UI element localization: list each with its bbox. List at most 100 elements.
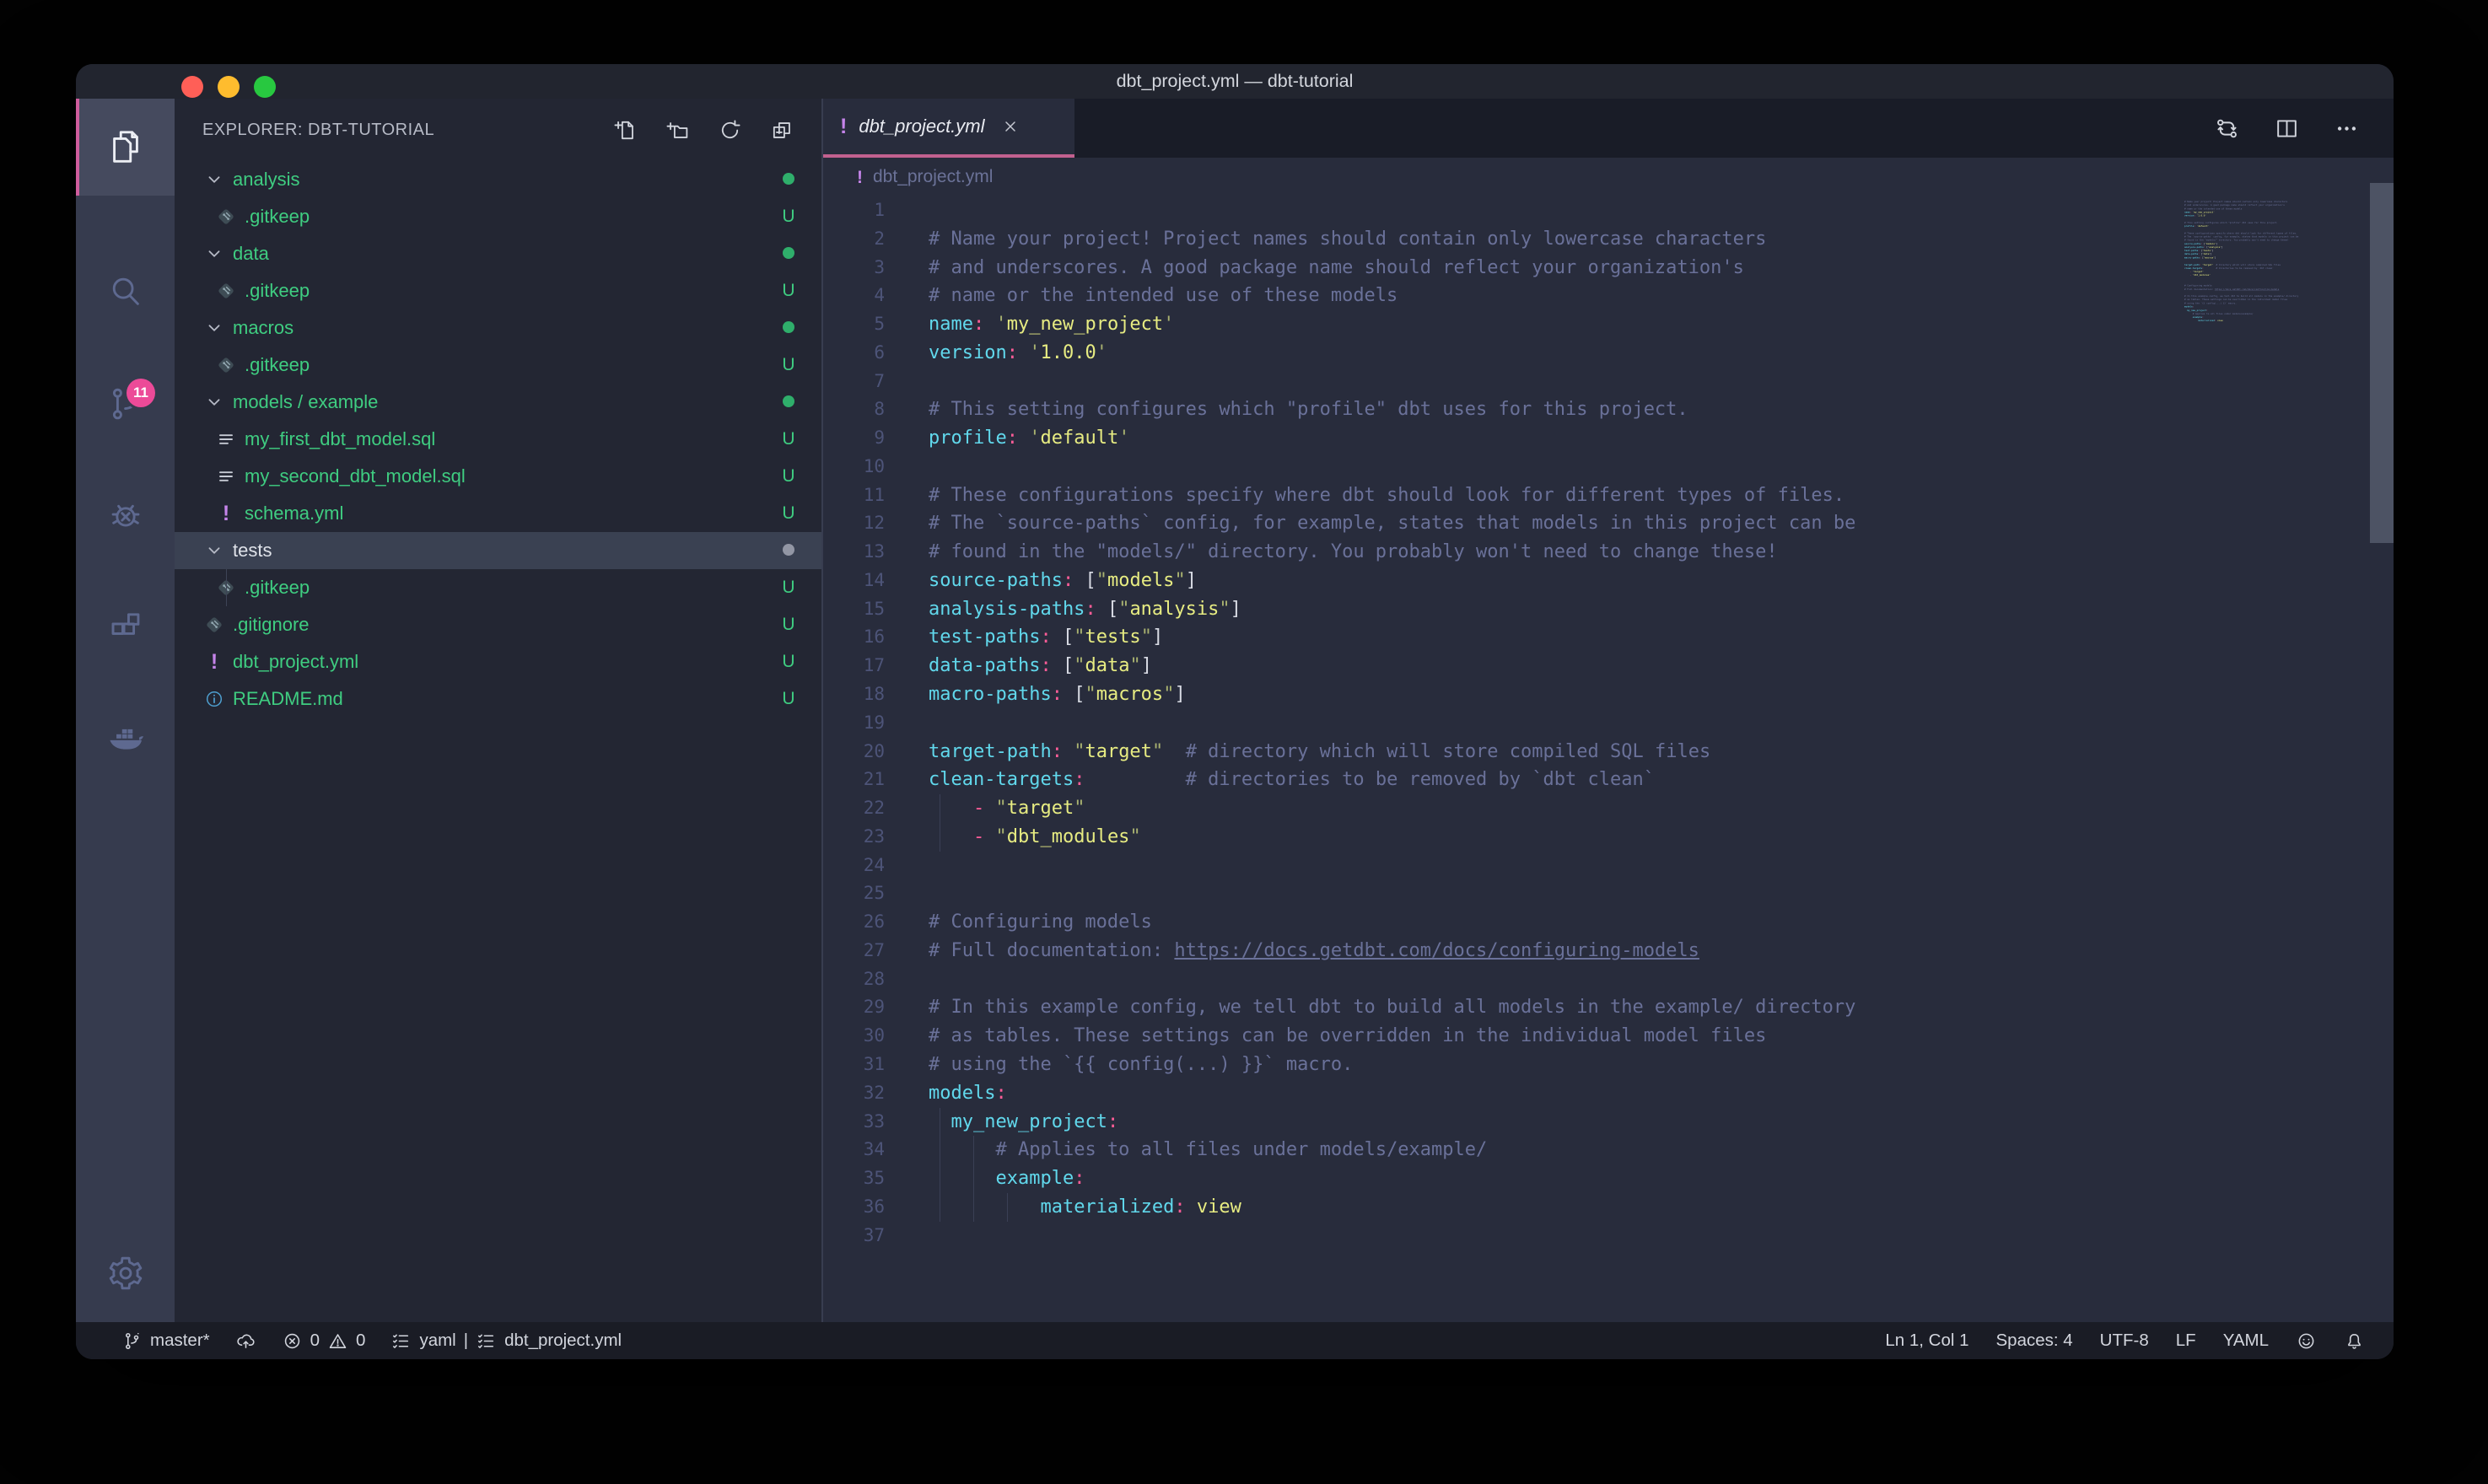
tree-item-models-example[interactable]: models / example <box>175 384 821 421</box>
line-content: name: 'my_new_project' <box>929 314 1174 335</box>
tree-item-my-second-dbt-model-sql[interactable]: my_second_dbt_model.sqlU <box>175 458 821 495</box>
code-line-29[interactable]: 29# In this example config, we tell dbt … <box>823 993 2179 1022</box>
title-bar[interactable]: dbt_project.yml — dbt-tutorial <box>76 64 2394 99</box>
code-line-2[interactable]: 2# Name your project! Project names shou… <box>823 225 2179 254</box>
collapse-folders-button[interactable] <box>770 118 794 142</box>
tree-item-gitkeep[interactable]: .gitkeepU <box>175 198 821 235</box>
tree-item-my-first-dbt-model-sql[interactable]: my_first_dbt_model.sqlU <box>175 421 821 458</box>
status-yaml-language-status[interactable]: yaml|dbt_project.yml <box>390 1331 622 1352</box>
status-cursor-position[interactable]: Ln 1, Col 1 <box>1885 1331 1968 1351</box>
code-line-28[interactable]: 28 <box>823 965 2179 994</box>
new-folder-icon <box>665 118 690 142</box>
code-line-25[interactable]: 25 <box>823 879 2179 908</box>
status-language-mode[interactable]: YAML <box>2223 1331 2269 1351</box>
code-line-8[interactable]: 8# This setting configures which "profil… <box>823 395 2179 424</box>
open-changes-button[interactable] <box>2214 116 2240 142</box>
new-folder-button[interactable] <box>665 118 690 142</box>
activity-docker[interactable] <box>76 683 175 794</box>
status-indentation[interactable]: Spaces: 4 <box>1996 1331 2073 1351</box>
code-line-32[interactable]: 32models: <box>823 1079 2179 1108</box>
git-status-badge <box>776 540 801 561</box>
status-eol[interactable]: LF <box>2176 1331 2196 1351</box>
code-line-34[interactable]: 34 # Applies to all files under models/e… <box>823 1136 2179 1164</box>
more-actions-button[interactable] <box>2334 116 2360 142</box>
code-line-36[interactable]: 36 materialized: view <box>823 1193 2179 1222</box>
activity-debug[interactable] <box>76 460 175 571</box>
code-line-19[interactable]: 19 <box>823 709 2179 738</box>
status-publish-changes[interactable] <box>235 1331 256 1352</box>
code-line-15[interactable]: 15analysis-paths: ["analysis"] <box>823 595 2179 624</box>
code-line-13[interactable]: 13# found in the "models/" directory. Yo… <box>823 538 2179 567</box>
minimap[interactable]: 12# Name your project! Project names sho… <box>2184 196 2372 702</box>
code-line-27[interactable]: 27# Full documentation: https://docs.get… <box>823 937 2179 965</box>
activity-settings[interactable] <box>76 1218 175 1329</box>
code-line-9[interactable]: 9profile: 'default' <box>823 424 2179 453</box>
line-number: 3 <box>823 254 885 282</box>
code-line-5[interactable]: 5name: 'my_new_project' <box>823 310 2179 339</box>
activity-explorer[interactable] <box>76 99 175 196</box>
code-editor[interactable]: 12# Name your project! Project names sho… <box>823 196 2179 1322</box>
line-content: clean-targets: # directories to be remov… <box>2184 267 2274 270</box>
tree-item-tests[interactable]: tests <box>175 532 821 569</box>
status-notifications[interactable] <box>2344 1331 2365 1352</box>
code-line-23[interactable]: 23 - "dbt_modules" <box>823 823 2179 852</box>
code-line-1[interactable]: 1 <box>823 196 2179 225</box>
code-line-7[interactable]: 7 <box>823 368 2179 396</box>
code-line-21[interactable]: 21clean-targets: # directories to be rem… <box>823 766 2179 794</box>
tree-item-gitignore[interactable]: .gitignoreU <box>175 606 821 643</box>
line-content: # The `source-paths` config, for example… <box>929 513 1855 534</box>
tab-dbt-project-yml[interactable]: ! dbt_project.yml <box>823 99 1074 158</box>
code-line-18[interactable]: 18macro-paths: ["macros"] <box>823 680 2179 709</box>
status-feedback[interactable] <box>2296 1331 2317 1352</box>
code-line-17[interactable]: 17data-paths: ["data"] <box>823 652 2179 680</box>
split-editor-button[interactable] <box>2274 116 2300 142</box>
code-line-31[interactable]: 31# using the `{{ config(...) }}` macro. <box>823 1051 2179 1079</box>
tree-item-macros[interactable]: macros <box>175 309 821 347</box>
tree-item-gitkeep[interactable]: .gitkeepU <box>175 347 821 384</box>
status-left: master* 00 yaml|dbt_project.yml <box>121 1331 622 1352</box>
status-encoding[interactable]: UTF-8 <box>2100 1331 2149 1351</box>
status-problems[interactable]: 00 <box>282 1331 366 1352</box>
indent-guide <box>1007 1193 1008 1222</box>
code-line-26[interactable]: 26# Configuring models <box>823 908 2179 937</box>
refresh-explorer-button[interactable] <box>718 118 742 142</box>
editor-scrollbar[interactable] <box>2370 183 2394 543</box>
code-line-20[interactable]: 20target-path: "target" # directory whic… <box>823 738 2179 766</box>
code-line-37[interactable]: 37 <box>823 1222 2179 1250</box>
code-line-22[interactable]: 22 - "target" <box>823 794 2179 823</box>
tree-item-dbt-project-yml[interactable]: !dbt_project.ymlU <box>175 643 821 680</box>
status-git-branch[interactable]: master* <box>121 1331 210 1352</box>
tree-item-readme-md[interactable]: README.mdU <box>175 680 821 718</box>
code-line-24[interactable]: 24 <box>823 852 2179 880</box>
activity-search[interactable] <box>76 236 175 347</box>
git-icon <box>215 280 237 302</box>
code-line-10[interactable]: 10 <box>823 453 2179 481</box>
activity-extensions[interactable] <box>76 571 175 682</box>
tree-item-gitkeep[interactable]: .gitkeepU <box>175 569 821 606</box>
yaml-warning-icon: ! <box>857 169 863 186</box>
line-number: 32 <box>823 1079 885 1108</box>
new-file-button[interactable] <box>613 118 638 142</box>
activity-source-control[interactable]: 11 <box>76 348 175 460</box>
tree-item-gitkeep[interactable]: .gitkeepU <box>175 272 821 309</box>
code-line-12[interactable]: 12# The `source-paths` config, for examp… <box>823 509 2179 538</box>
line-content: # name or the intended use of these mode… <box>929 285 1397 306</box>
tree-item-schema-yml[interactable]: !schema.ymlU <box>175 495 821 532</box>
line-number: 29 <box>823 993 885 1022</box>
line-content: # name or the intended use of these mode… <box>2184 207 2242 210</box>
code-line-11[interactable]: 11# These configurations specify where d… <box>823 481 2179 510</box>
code-line-4[interactable]: 4# name or the intended use of these mod… <box>823 282 2179 310</box>
line-content: version: '1.0.0' <box>929 342 1107 363</box>
tree-item-analysis[interactable]: analysis <box>175 161 821 198</box>
code-line-14[interactable]: 14source-paths: ["models"] <box>823 567 2179 595</box>
code-line-6[interactable]: 6version: '1.0.0' <box>823 339 2179 368</box>
close-tab-icon[interactable] <box>1002 118 1019 135</box>
code-line-16[interactable]: 16test-paths: ["tests"] <box>823 623 2179 652</box>
code-line-33[interactable]: 33 my_new_project: <box>823 1108 2179 1137</box>
code-line-35[interactable]: 35 example: <box>823 1164 2179 1193</box>
tree-item-data[interactable]: data <box>175 235 821 272</box>
code-line-3[interactable]: 3# and underscores. A good package name … <box>823 254 2179 282</box>
line-number: 2 <box>823 225 885 254</box>
code-line-30[interactable]: 30# as tables. These settings can be ove… <box>823 1022 2179 1051</box>
breadcrumb[interactable]: ! dbt_project.yml <box>823 158 2394 196</box>
